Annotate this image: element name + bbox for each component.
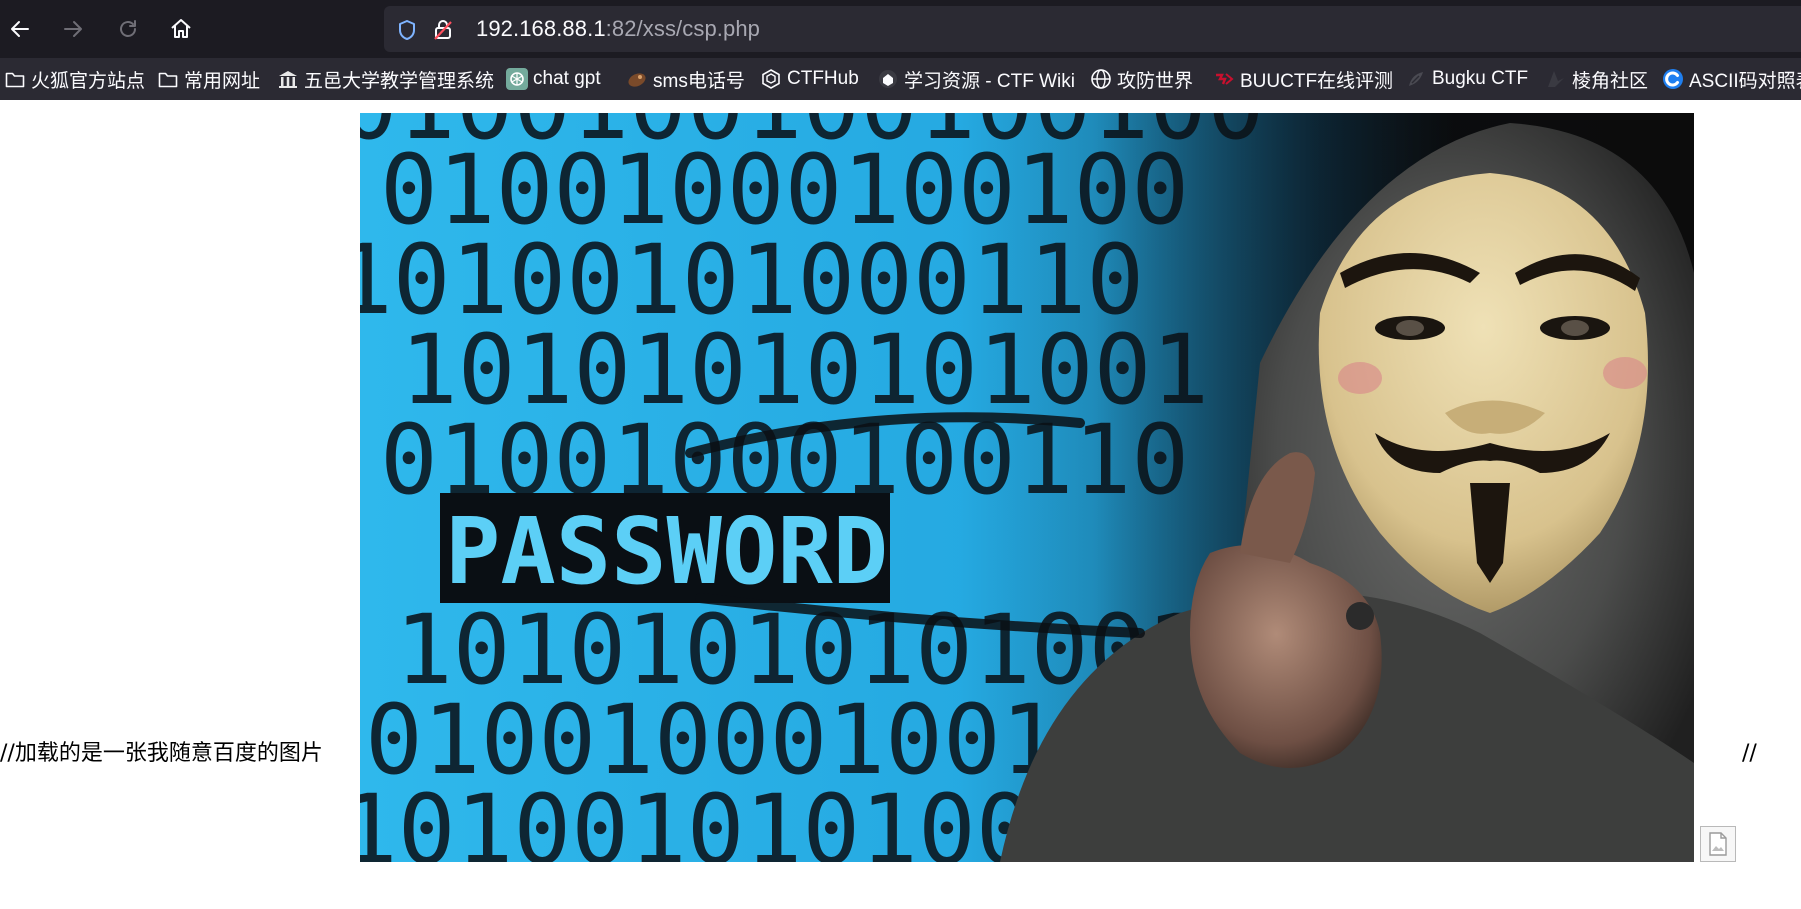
bookmark-label: 五邑大学教学管理系统 — [304, 70, 495, 92]
sms-icon — [626, 68, 648, 90]
bookmark-wyu-academic[interactable]: 五邑大学教学管理系统 — [277, 65, 494, 93]
folder-icon — [4, 68, 26, 90]
bookmark-label: sms电话号 — [653, 70, 745, 92]
lengjiao-icon — [1545, 68, 1567, 90]
bookmark-ctfhub[interactable]: CTFHub — [760, 65, 859, 93]
bookmark-label: BUUCTF在线评测 — [1240, 70, 1394, 92]
password-overlay-text: PASSWORD — [445, 498, 888, 605]
bookmark-label: ASCII码对照表 — [1689, 70, 1801, 92]
openai-icon — [506, 68, 528, 90]
hero-image: 0100100100100100 01001000100100 10100101… — [360, 113, 1694, 862]
bookmark-sms[interactable]: sms电话号 — [626, 65, 745, 93]
folder-icon — [157, 68, 179, 90]
insecure-lock-icon[interactable] — [432, 19, 454, 46]
bookmark-label: CTFHub — [787, 68, 859, 89]
bookmark-label: 火狐官方站点 — [31, 70, 146, 92]
url-bar[interactable]: 192.168.88.1:82/xss/csp.php — [384, 6, 1801, 52]
bookmark-chat-gpt[interactable]: chat gpt — [506, 65, 601, 93]
ctfwiki-icon — [877, 68, 899, 90]
ascii-icon — [1662, 68, 1684, 90]
back-arrow-icon[interactable] — [0, 9, 40, 49]
bookmark-buuctf[interactable]: BUUCTF在线评测 — [1213, 65, 1393, 93]
bookmark-label: 学习资源 - CTF Wiki — [904, 70, 1075, 92]
buuctf-icon — [1213, 68, 1235, 90]
bookmark-ascii[interactable]: ASCII码对照表 — [1662, 65, 1801, 93]
forward-arrow-icon[interactable] — [53, 9, 93, 49]
hacker-password-image: 0100100100100100 01001000100100 10100101… — [360, 113, 1694, 862]
url-text[interactable]: 192.168.88.1:82/xss/csp.php — [476, 16, 760, 42]
bookmark-label: 棱角社区 — [1572, 70, 1649, 92]
bookmark-common-sites[interactable]: 常用网址 — [157, 65, 260, 93]
ctfhub-icon — [760, 68, 782, 90]
globe-icon — [1090, 68, 1112, 90]
bookmark-label: 攻防世界 — [1117, 70, 1194, 92]
bookmark-gongfang[interactable]: 攻防世界 — [1090, 65, 1193, 93]
bookmarks-bar: 火狐官方站点 常用网址 五邑大学教学管理系统 chat gpt sms电话号 C… — [0, 58, 1801, 100]
tracking-shield-icon[interactable] — [396, 19, 418, 46]
home-icon[interactable] — [161, 9, 201, 49]
broken-image-icon — [1700, 826, 1736, 862]
browser-toolbar: 192.168.88.1:82/xss/csp.php — [0, 0, 1801, 58]
url-path: :82/xss/csp.php — [605, 16, 761, 41]
bookmark-label: Bugku CTF — [1432, 68, 1529, 89]
bookmark-label: 常用网址 — [184, 70, 261, 92]
reload-icon[interactable] — [108, 9, 148, 49]
comment-text-right: // — [1742, 741, 1757, 766]
bugku-icon — [1405, 68, 1427, 90]
university-icon — [277, 68, 299, 90]
bookmark-label: chat gpt — [533, 68, 601, 89]
bookmark-bugku[interactable]: Bugku CTF — [1405, 65, 1528, 93]
bookmark-ctf-wiki[interactable]: 学习资源 - CTF Wiki — [877, 65, 1075, 93]
url-host: 192.168.88.1 — [476, 16, 606, 41]
bookmark-lengjiao[interactable]: 棱角社区 — [1545, 65, 1648, 93]
comment-text-left: //加载的是一张我随意百度的图片 — [0, 741, 323, 766]
bookmark-firefox-official[interactable]: 火狐官方站点 — [4, 65, 145, 93]
